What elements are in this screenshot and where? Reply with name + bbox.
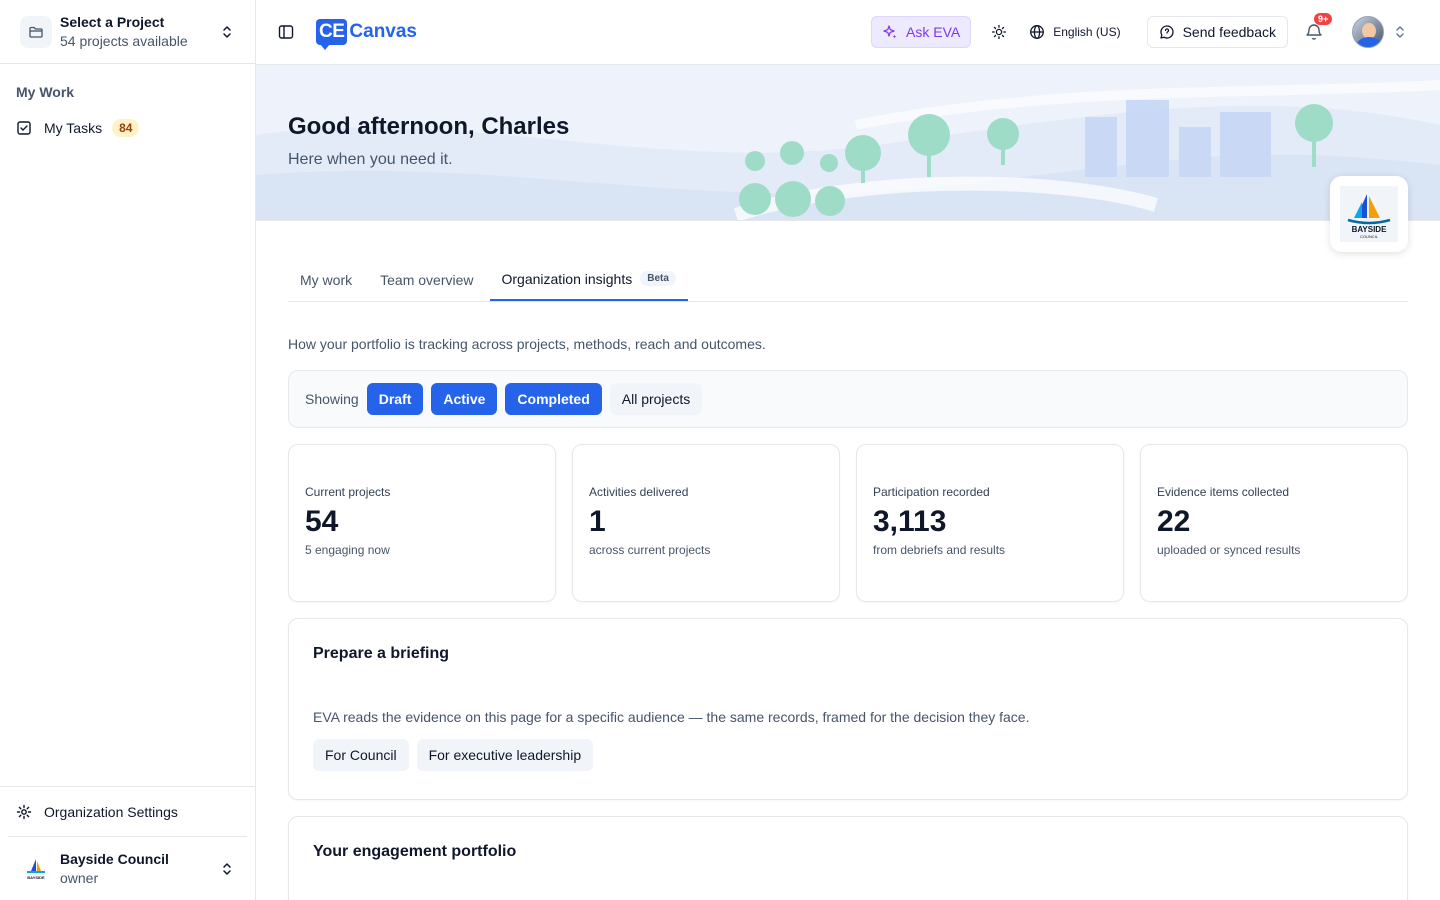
stat-card-activities-delivered: Activities delivered 1 across current pr… (572, 444, 840, 602)
notification-badge: 9+ (1314, 13, 1333, 25)
hero-banner: Good afternoon, Charles Here when you ne… (256, 65, 1440, 221)
sparkles-icon (883, 25, 897, 39)
gear-icon (16, 804, 32, 819)
stat-subtext: across current projects (589, 543, 711, 557)
portfolio-title: Your engagement portfolio (313, 843, 517, 860)
chevron-up-down-icon (223, 862, 231, 875)
globe-icon (1030, 25, 1045, 39)
filter-label: Showing (305, 391, 359, 407)
stat-label: Current projects (305, 485, 391, 499)
chevron-up-down-icon[interactable] (1394, 24, 1406, 40)
organization-switcher[interactable]: BAYSIDE Bayside Council owner (8, 836, 247, 900)
avatar[interactable] (1352, 16, 1384, 48)
sidebar-item-label: My Tasks (44, 120, 103, 136)
org-settings-label: Organization Settings (44, 803, 178, 820)
tab-label: My work (300, 271, 353, 288)
badge-subtext: COUNCIL (1360, 234, 1379, 239)
tab-my-work[interactable]: My work (288, 258, 364, 301)
top-bar: CE Canvas Ask EVA English (US) Send feed… (256, 0, 1440, 65)
project-selector-title: Select a Project (60, 14, 165, 30)
project-selector-subtitle: 54 projects available (60, 33, 188, 49)
sidebar-item-organization-settings[interactable]: Organization Settings (0, 786, 255, 836)
stat-cards: Current projects 54 5 engaging now Activ… (288, 444, 1408, 602)
ask-eva-button[interactable]: Ask EVA (871, 16, 972, 48)
briefing-card: Prepare a briefing EVA reads the evidenc… (288, 618, 1408, 800)
briefing-council-button[interactable]: For Council (313, 739, 409, 771)
folder-icon (20, 15, 52, 48)
sidebar-item-my-tasks[interactable]: My Tasks 84 (16, 112, 239, 144)
organization-badge: BAYSIDE COUNCIL (1330, 176, 1408, 252)
ask-eva-label: Ask EVA (906, 24, 961, 40)
section-heading-my-work: My Work (16, 84, 75, 100)
sun-icon[interactable] (991, 24, 1007, 40)
organization-name: Bayside Council (60, 851, 169, 867)
greeting-heading: Good afternoon, Charles (288, 113, 570, 140)
stat-label: Participation recorded (873, 485, 990, 499)
brand-logo[interactable]: CE Canvas (316, 19, 418, 50)
brand-name: Canvas (349, 21, 418, 42)
checkbox-icon (17, 121, 31, 135)
stat-value: 22 (1157, 505, 1191, 538)
bayside-council-logo: BAYSIDE COUNCIL (1340, 186, 1398, 242)
insights-intro: How your portfolio is tracking across pr… (288, 336, 766, 352)
send-feedback-button[interactable]: Send feedback (1146, 16, 1288, 48)
badge-text: BAYSIDE (1352, 225, 1387, 234)
hero-illustration (256, 80, 1440, 220)
stat-value: 1 (589, 505, 606, 538)
send-feedback-label: Send feedback (1182, 24, 1276, 40)
filter-chip-draft[interactable]: Draft (366, 383, 424, 415)
stat-subtext: uploaded or synced results (1157, 543, 1301, 557)
svg-text:BAYSIDE: BAYSIDE (27, 875, 45, 880)
organization-logo: BAYSIDE (20, 853, 52, 885)
stat-card-evidence-items: Evidence items collected 22 uploaded or … (1140, 444, 1408, 602)
sidebar: Select a Project 54 projects available M… (0, 0, 256, 900)
chevron-up-down-icon (223, 25, 231, 38)
avatar-body (1357, 37, 1381, 47)
stat-value: 54 (305, 505, 339, 538)
beta-badge: Beta (640, 271, 676, 286)
stat-value: 3,113 (873, 505, 947, 538)
project-selector[interactable]: Select a Project 54 projects available (0, 0, 255, 64)
filter-chip-completed[interactable]: Completed (505, 383, 602, 415)
task-count-badge: 84 (112, 119, 140, 137)
stat-card-current-projects: Current projects 54 5 engaging now (288, 444, 556, 602)
tab-team-overview[interactable]: Team overview (368, 258, 485, 301)
stat-subtext: from debriefs and results (873, 543, 1006, 557)
briefing-title: Prepare a briefing (313, 645, 450, 662)
organization-role: owner (60, 870, 99, 886)
sidebar-toggle-icon[interactable] (278, 24, 294, 40)
stat-subtext: 5 engaging now (305, 543, 390, 557)
dashboard-tabs: My work Team overview Organization insig… (288, 258, 1408, 302)
project-status-filter: Showing Draft Active Completed All proje… (288, 370, 1408, 428)
engagement-portfolio-card: Your engagement portfolio (288, 816, 1408, 900)
tab-label: Organization insights (501, 270, 633, 287)
briefing-description: EVA reads the evidence on this page for … (313, 709, 1030, 725)
briefing-executive-button[interactable]: For executive leadership (416, 739, 594, 771)
stat-card-participation-recorded: Participation recorded 3,113 from debrie… (856, 444, 1124, 602)
language-selector[interactable]: English (US) (1029, 24, 1121, 40)
filter-chip-active[interactable]: Active (431, 383, 498, 415)
message-icon (1159, 25, 1174, 39)
notifications-button[interactable]: 9+ (1304, 13, 1333, 42)
filter-chip-all-projects[interactable]: All projects (609, 383, 703, 415)
bell-icon (1306, 24, 1322, 40)
tab-label: Team overview (380, 271, 474, 288)
tab-organization-insights[interactable]: Organization insights Beta (489, 258, 688, 301)
language-label: English (US) (1053, 25, 1121, 39)
stat-label: Activities delivered (589, 485, 689, 499)
brand-mark: CE (316, 19, 348, 50)
stat-label: Evidence items collected (1157, 485, 1290, 499)
greeting-subtitle: Here when you need it. (288, 151, 453, 168)
